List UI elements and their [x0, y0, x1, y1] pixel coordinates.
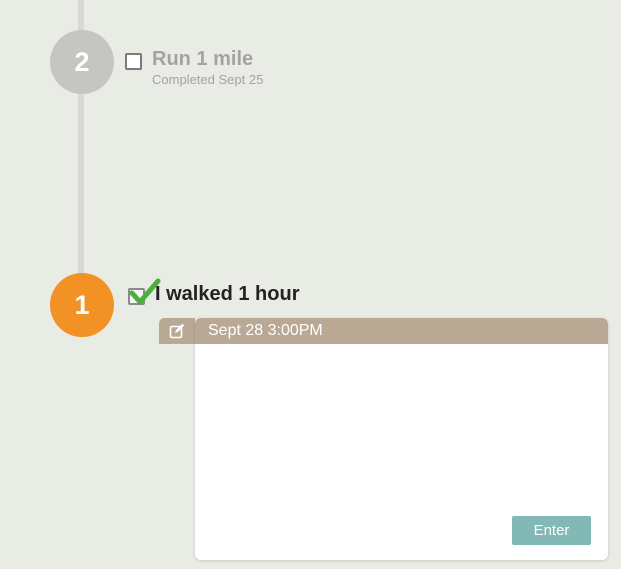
step-number-circle: 2 [50, 30, 114, 94]
task-title: I walked 1 hour [155, 283, 300, 305]
task-checkbox-run[interactable] [125, 53, 142, 70]
task-completed-date: Completed Sept 25 [152, 72, 264, 87]
edit-tab[interactable] [159, 318, 195, 344]
note-card: Sept 28 3:00PM Enter [195, 318, 608, 560]
edit-icon [169, 323, 185, 339]
task-title: Run 1 mile [152, 48, 254, 70]
step-number-circle: 1 [50, 273, 114, 337]
note-timestamp: Sept 28 3:00PM [208, 322, 323, 339]
step-number: 2 [74, 46, 90, 77]
enter-button[interactable]: Enter [512, 516, 591, 545]
note-text-area[interactable] [195, 344, 608, 514]
step-number: 1 [74, 289, 90, 320]
note-card-header: Sept 28 3:00PM [195, 318, 608, 344]
